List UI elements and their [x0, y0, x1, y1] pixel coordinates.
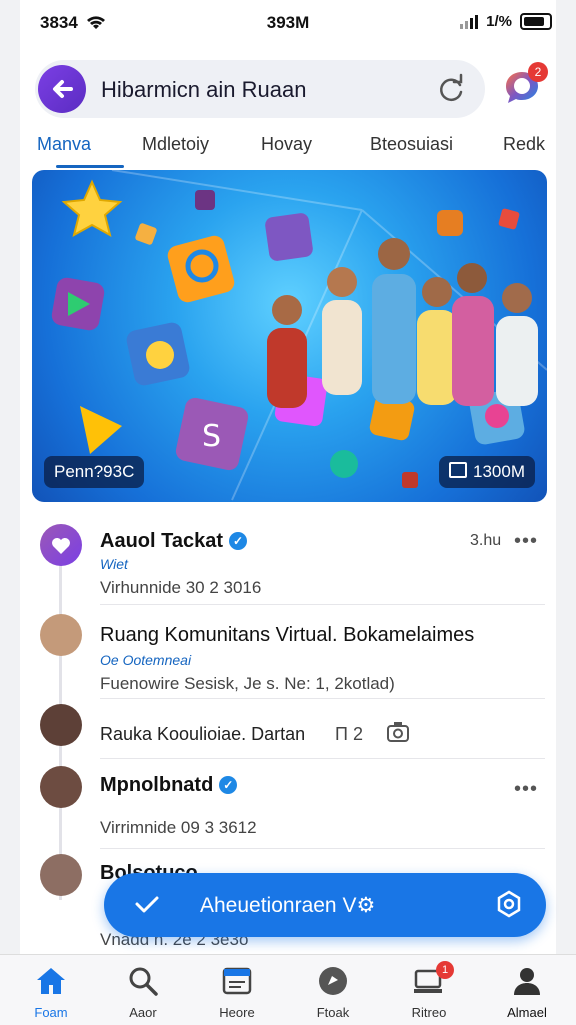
nav-inbox[interactable]: 1 Ritreo: [389, 961, 469, 1020]
tab-bar: Manva Mdletoiy Hovay Bteosuiasi Redk: [20, 126, 576, 170]
chat-button[interactable]: 2: [502, 62, 548, 108]
post-meta: Virrimnide 09 3 3612: [100, 818, 257, 837]
tab-manva[interactable]: Manva: [37, 134, 91, 155]
home-icon: [37, 968, 65, 994]
post-title[interactable]: Ruang Komunitans Virtual. Bokamelaimes: [100, 624, 474, 647]
page-title: Hibarmicn ain Ruaan: [101, 77, 307, 102]
discover-icon: [319, 967, 347, 995]
nav-profile[interactable]: Almael: [487, 965, 567, 1020]
avatar[interactable]: [40, 524, 82, 566]
compose-label: Aheuetionraen V⚙: [200, 894, 376, 917]
divider: [100, 758, 545, 759]
featured-banner[interactable]: S Penn?93C 1300M: [32, 170, 547, 502]
avatar[interactable]: [40, 854, 82, 896]
post-counter: П 2: [335, 724, 363, 744]
avatar[interactable]: [40, 766, 82, 808]
compose-action-button[interactable]: Aheuetionraen V⚙: [104, 873, 546, 937]
divider: [100, 698, 545, 699]
battery-icon: [520, 13, 552, 30]
nav-calendar[interactable]: Heore: [197, 965, 277, 1020]
arrow-left-icon: [53, 80, 73, 98]
heart-icon: [52, 538, 70, 554]
nav-search[interactable]: Aaor: [103, 965, 183, 1020]
signal-icon: [460, 14, 479, 29]
search-icon: [129, 967, 158, 996]
more-options-icon[interactable]: •••: [514, 778, 538, 801]
post-tag: Oe Ootemneai: [100, 652, 192, 668]
verified-icon: ✓: [219, 776, 238, 794]
back-button[interactable]: [38, 65, 86, 113]
svg-text:S: S: [202, 419, 221, 454]
tab-mdletoiy[interactable]: Mdletoiy: [142, 134, 209, 155]
post-time: 3.hu: [470, 532, 502, 549]
post-meta: Fuenowire Sesisk, Je s. Ne: 1, 2kotlad): [100, 674, 395, 693]
image-icon: [449, 462, 468, 478]
refresh-icon[interactable]: [435, 73, 467, 105]
check-icon: [135, 896, 159, 913]
settings-icon[interactable]: [494, 889, 524, 919]
banner-views-count: 1300M: [473, 462, 525, 481]
more-options-icon[interactable]: •••: [514, 530, 538, 553]
calendar-icon: [222, 967, 252, 995]
camera-icon[interactable]: [386, 721, 410, 743]
banner-left-chip: Penn?93C: [44, 456, 145, 488]
avatar[interactable]: [40, 704, 82, 746]
active-tab-indicator: [56, 165, 124, 168]
verified-icon: ✓: [229, 532, 247, 550]
post-author[interactable]: Mpnolbnatd ✓: [100, 774, 238, 797]
banner-illustration: S: [51, 170, 547, 501]
profile-icon: [514, 968, 540, 995]
divider: [100, 848, 545, 849]
status-bar: 3834 393M 1/%: [0, 0, 576, 48]
gear-icon: ⚙: [356, 894, 376, 917]
battery-percent: 1/%: [486, 13, 512, 30]
banner-views-chip: 1300M: [439, 456, 535, 488]
tab-bteosuiasi[interactable]: Bteosuiasi: [370, 134, 453, 155]
post-author[interactable]: Aauol Tackat ✓: [100, 530, 247, 553]
nav-discover[interactable]: Ftoak: [293, 965, 373, 1020]
bottom-nav: Foam Aaor Heore Ftoak 1 Ritreo Almael: [0, 954, 576, 1025]
chat-badge: 2: [528, 62, 548, 82]
nav-inbox-badge: 1: [436, 961, 454, 979]
post-tag: Wiet: [100, 556, 128, 572]
post-meta: Virhunnide 30 2 3016: [100, 578, 262, 597]
post-meta: Rauka Kooulioiae. Dartan: [100, 724, 306, 744]
divider: [100, 604, 545, 605]
avatar[interactable]: [40, 614, 82, 656]
nav-home[interactable]: Foam: [11, 965, 91, 1020]
header-bar[interactable]: Hibarmicn ain Ruaan: [35, 60, 485, 118]
tab-redk[interactable]: Redk: [503, 134, 545, 155]
tab-hovay[interactable]: Hovay: [261, 134, 312, 155]
